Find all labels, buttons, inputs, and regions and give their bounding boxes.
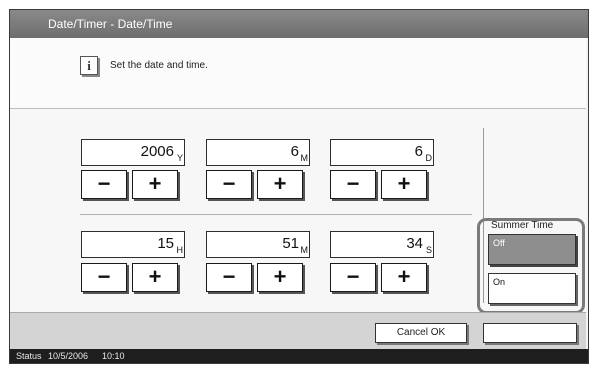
page-title: Date/Timer - Date/Time — [48, 17, 173, 31]
day-value: 6 — [414, 143, 423, 160]
summer-time-label: Summer Time — [491, 220, 554, 231]
day-unit: D — [425, 153, 433, 163]
minute-minus-button[interactable]: − — [206, 263, 252, 292]
hour-unit: H — [176, 245, 184, 255]
summer-time-on-button[interactable]: On — [488, 273, 576, 304]
hour-minus-button[interactable]: − — [81, 263, 127, 292]
year-plus-button[interactable]: + — [132, 170, 178, 199]
second-minus-button[interactable]: − — [330, 263, 376, 292]
info-icon: i — [80, 56, 98, 75]
day-plus-button[interactable]: + — [381, 170, 427, 199]
second-unit: S — [425, 245, 432, 255]
blank-button[interactable] — [483, 323, 577, 343]
status-date: 10/5/2006 — [48, 351, 89, 361]
day-minus-button[interactable]: − — [330, 170, 376, 199]
minute-plus-button[interactable]: + — [257, 263, 303, 292]
minute-unit: M — [300, 245, 309, 255]
year-field[interactable]: 2006 Y — [81, 139, 185, 166]
minute-field[interactable]: 51 M — [206, 231, 310, 258]
month-plus-button[interactable]: + — [257, 170, 303, 199]
date-time-screen: Date/Timer - Date/Time i Set the date an… — [9, 9, 589, 364]
minute-value: 51 — [282, 235, 299, 252]
month-minus-button[interactable]: − — [206, 170, 252, 199]
status-bar: Status 10/5/2006 10:10 — [10, 349, 588, 363]
hour-field[interactable]: 15 H — [81, 231, 185, 258]
day-field[interactable]: 6 D — [330, 139, 434, 166]
month-value: 6 — [290, 143, 299, 160]
year-minus-button[interactable]: − — [81, 170, 127, 199]
second-field[interactable]: 34 S — [330, 231, 434, 258]
status-label: Status — [16, 351, 42, 361]
second-value: 34 — [406, 235, 423, 252]
hour-value: 15 — [157, 235, 174, 252]
title-bar: Date/Timer - Date/Time — [10, 10, 588, 38]
horizontal-divider — [80, 214, 472, 215]
status-time: 10:10 — [102, 351, 125, 361]
message-area: i Set the date and time. — [10, 38, 586, 109]
year-value: 2006 — [140, 143, 174, 160]
year-unit: Y — [176, 153, 183, 163]
month-unit: M — [300, 153, 309, 163]
summer-time-off-button[interactable]: Off — [488, 234, 576, 265]
second-plus-button[interactable]: + — [381, 263, 427, 292]
instruction-text: Set the date and time. — [110, 60, 208, 71]
hour-plus-button[interactable]: + — [132, 263, 178, 292]
month-field[interactable]: 6 M — [206, 139, 310, 166]
cancel-ok-button[interactable]: Cancel OK — [375, 323, 467, 343]
